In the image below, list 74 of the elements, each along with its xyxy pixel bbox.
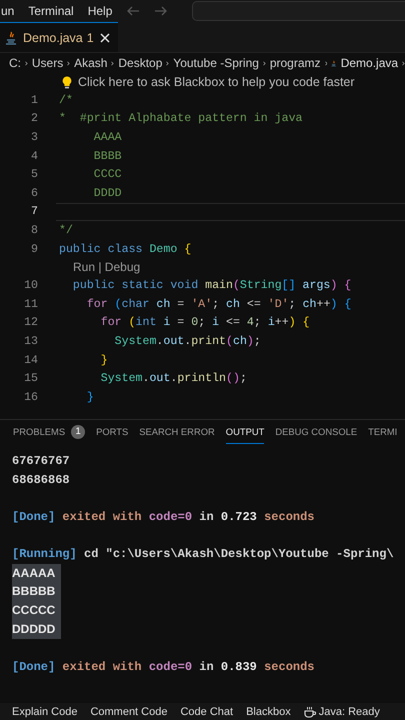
chevron-icon bbox=[111, 58, 114, 68]
line-number: 8 bbox=[30, 224, 38, 237]
line-number: 14 bbox=[23, 354, 38, 367]
code-line: BBBB bbox=[92, 150, 122, 163]
line-number: 7 bbox=[30, 205, 38, 218]
panel-tab[interactable]: DEBUG CONSOLE bbox=[275, 420, 358, 444]
line-number: 10 bbox=[23, 279, 38, 292]
output-line: 68686868 bbox=[12, 472, 71, 489]
panel-tab[interactable]: PROBLEMS 1 bbox=[13, 420, 86, 444]
status-item[interactable]: Explain Code bbox=[12, 706, 78, 718]
line-number: 1 bbox=[30, 94, 38, 107]
output-line: [Done] exited with code=0 in 0.839 seconds bbox=[12, 658, 316, 676]
back-arrow-icon[interactable] bbox=[126, 6, 140, 16]
line-number: 3 bbox=[30, 130, 38, 144]
breadcrumb-item[interactable]: C: bbox=[9, 56, 21, 70]
line-number: 9 bbox=[30, 242, 38, 256]
chevron-icon bbox=[324, 58, 328, 68]
panel-tab[interactable]: TERMI bbox=[368, 420, 398, 444]
status-item[interactable]: Blackbox bbox=[246, 706, 291, 718]
code-line: * #print Alphabate pattern in java bbox=[59, 112, 303, 126]
panel-tab[interactable]: PORTS bbox=[96, 420, 128, 444]
line-number: 15 bbox=[23, 372, 38, 386]
output-line: [Running] cd "c:\Users\Akash\Desktop\Youtube -Spring\ bbox=[12, 546, 395, 564]
code-line: for (char ch = 'A'; ch <= 'D'; ch++) { bbox=[86, 298, 352, 311]
breadcrumb-item[interactable]: Demo.java bbox=[340, 56, 398, 70]
code-line: /* bbox=[59, 94, 73, 107]
chevron-icon bbox=[402, 58, 405, 68]
status-item[interactable]: Java: Ready bbox=[304, 706, 380, 718]
line-number: 2 bbox=[30, 112, 38, 126]
code-line: public class Demo { bbox=[59, 242, 192, 256]
code-line: AAAA bbox=[92, 130, 122, 144]
menu-item[interactable]: Help bbox=[88, 4, 112, 18]
breadcrumb-item[interactable]: Youtube -Spring bbox=[173, 56, 259, 70]
menu-item[interactable]: un bbox=[1, 4, 14, 18]
chevron-icon bbox=[262, 58, 266, 68]
line-number: 12 bbox=[23, 316, 38, 330]
java-icon bbox=[5, 30, 17, 44]
status-item[interactable]: Code Chat bbox=[180, 706, 234, 718]
code-line: DDDD bbox=[92, 186, 122, 200]
output-line: [Done] exited with code=0 in 0.723 seconds bbox=[12, 509, 316, 526]
panel-tab[interactable]: OUTPUT bbox=[226, 420, 264, 444]
code-line: CCCC bbox=[92, 168, 122, 182]
code-line: System.out.print(ch); bbox=[114, 334, 261, 348]
close-icon[interactable] bbox=[100, 32, 110, 42]
chevron-icon bbox=[67, 58, 70, 68]
chevron-icon bbox=[25, 58, 28, 68]
code-line: } bbox=[100, 354, 108, 367]
forward-arrow-icon[interactable] bbox=[154, 6, 168, 16]
panel-tab[interactable]: SEARCH ERROR bbox=[139, 420, 215, 444]
line-number: 13 bbox=[23, 334, 38, 348]
status-item[interactable]: Comment Code bbox=[90, 706, 168, 718]
line-number: 4 bbox=[30, 150, 38, 163]
output-line: 67676767 bbox=[12, 453, 71, 470]
chevron-icon bbox=[166, 58, 170, 68]
lightbulb-icon bbox=[62, 76, 72, 88]
line-number: 5 bbox=[30, 168, 38, 182]
command-center[interactable] bbox=[192, 1, 405, 21]
breadcrumb-item[interactable]: Desktop bbox=[118, 56, 162, 70]
code-line: public static void main(String[] args) { bbox=[72, 279, 352, 292]
line-number: 11 bbox=[23, 298, 38, 311]
menu-item[interactable]: Terminal bbox=[28, 4, 74, 18]
code-line: } bbox=[86, 390, 94, 404]
code-line: for (int i = 0; i <= 4; i++) { bbox=[100, 316, 310, 330]
code-line: System.out.println(); bbox=[100, 372, 247, 386]
editor-tab[interactable]: Demo.java 1 bbox=[0, 22, 118, 52]
code-line: */ bbox=[59, 224, 73, 237]
hint-link[interactable]: Click here to ask Blackbox to help you code faster bbox=[78, 75, 355, 89]
breadcrumb-item[interactable]: programz bbox=[270, 56, 320, 70]
breadcrumb-item[interactable]: Akash bbox=[74, 56, 108, 70]
breadcrumb-item[interactable]: Users bbox=[32, 56, 64, 70]
line-number: 6 bbox=[30, 186, 38, 200]
codelens-link[interactable]: Run | Debug bbox=[73, 260, 140, 274]
coffee-cup-icon bbox=[304, 706, 316, 718]
line-number: 16 bbox=[23, 390, 38, 404]
